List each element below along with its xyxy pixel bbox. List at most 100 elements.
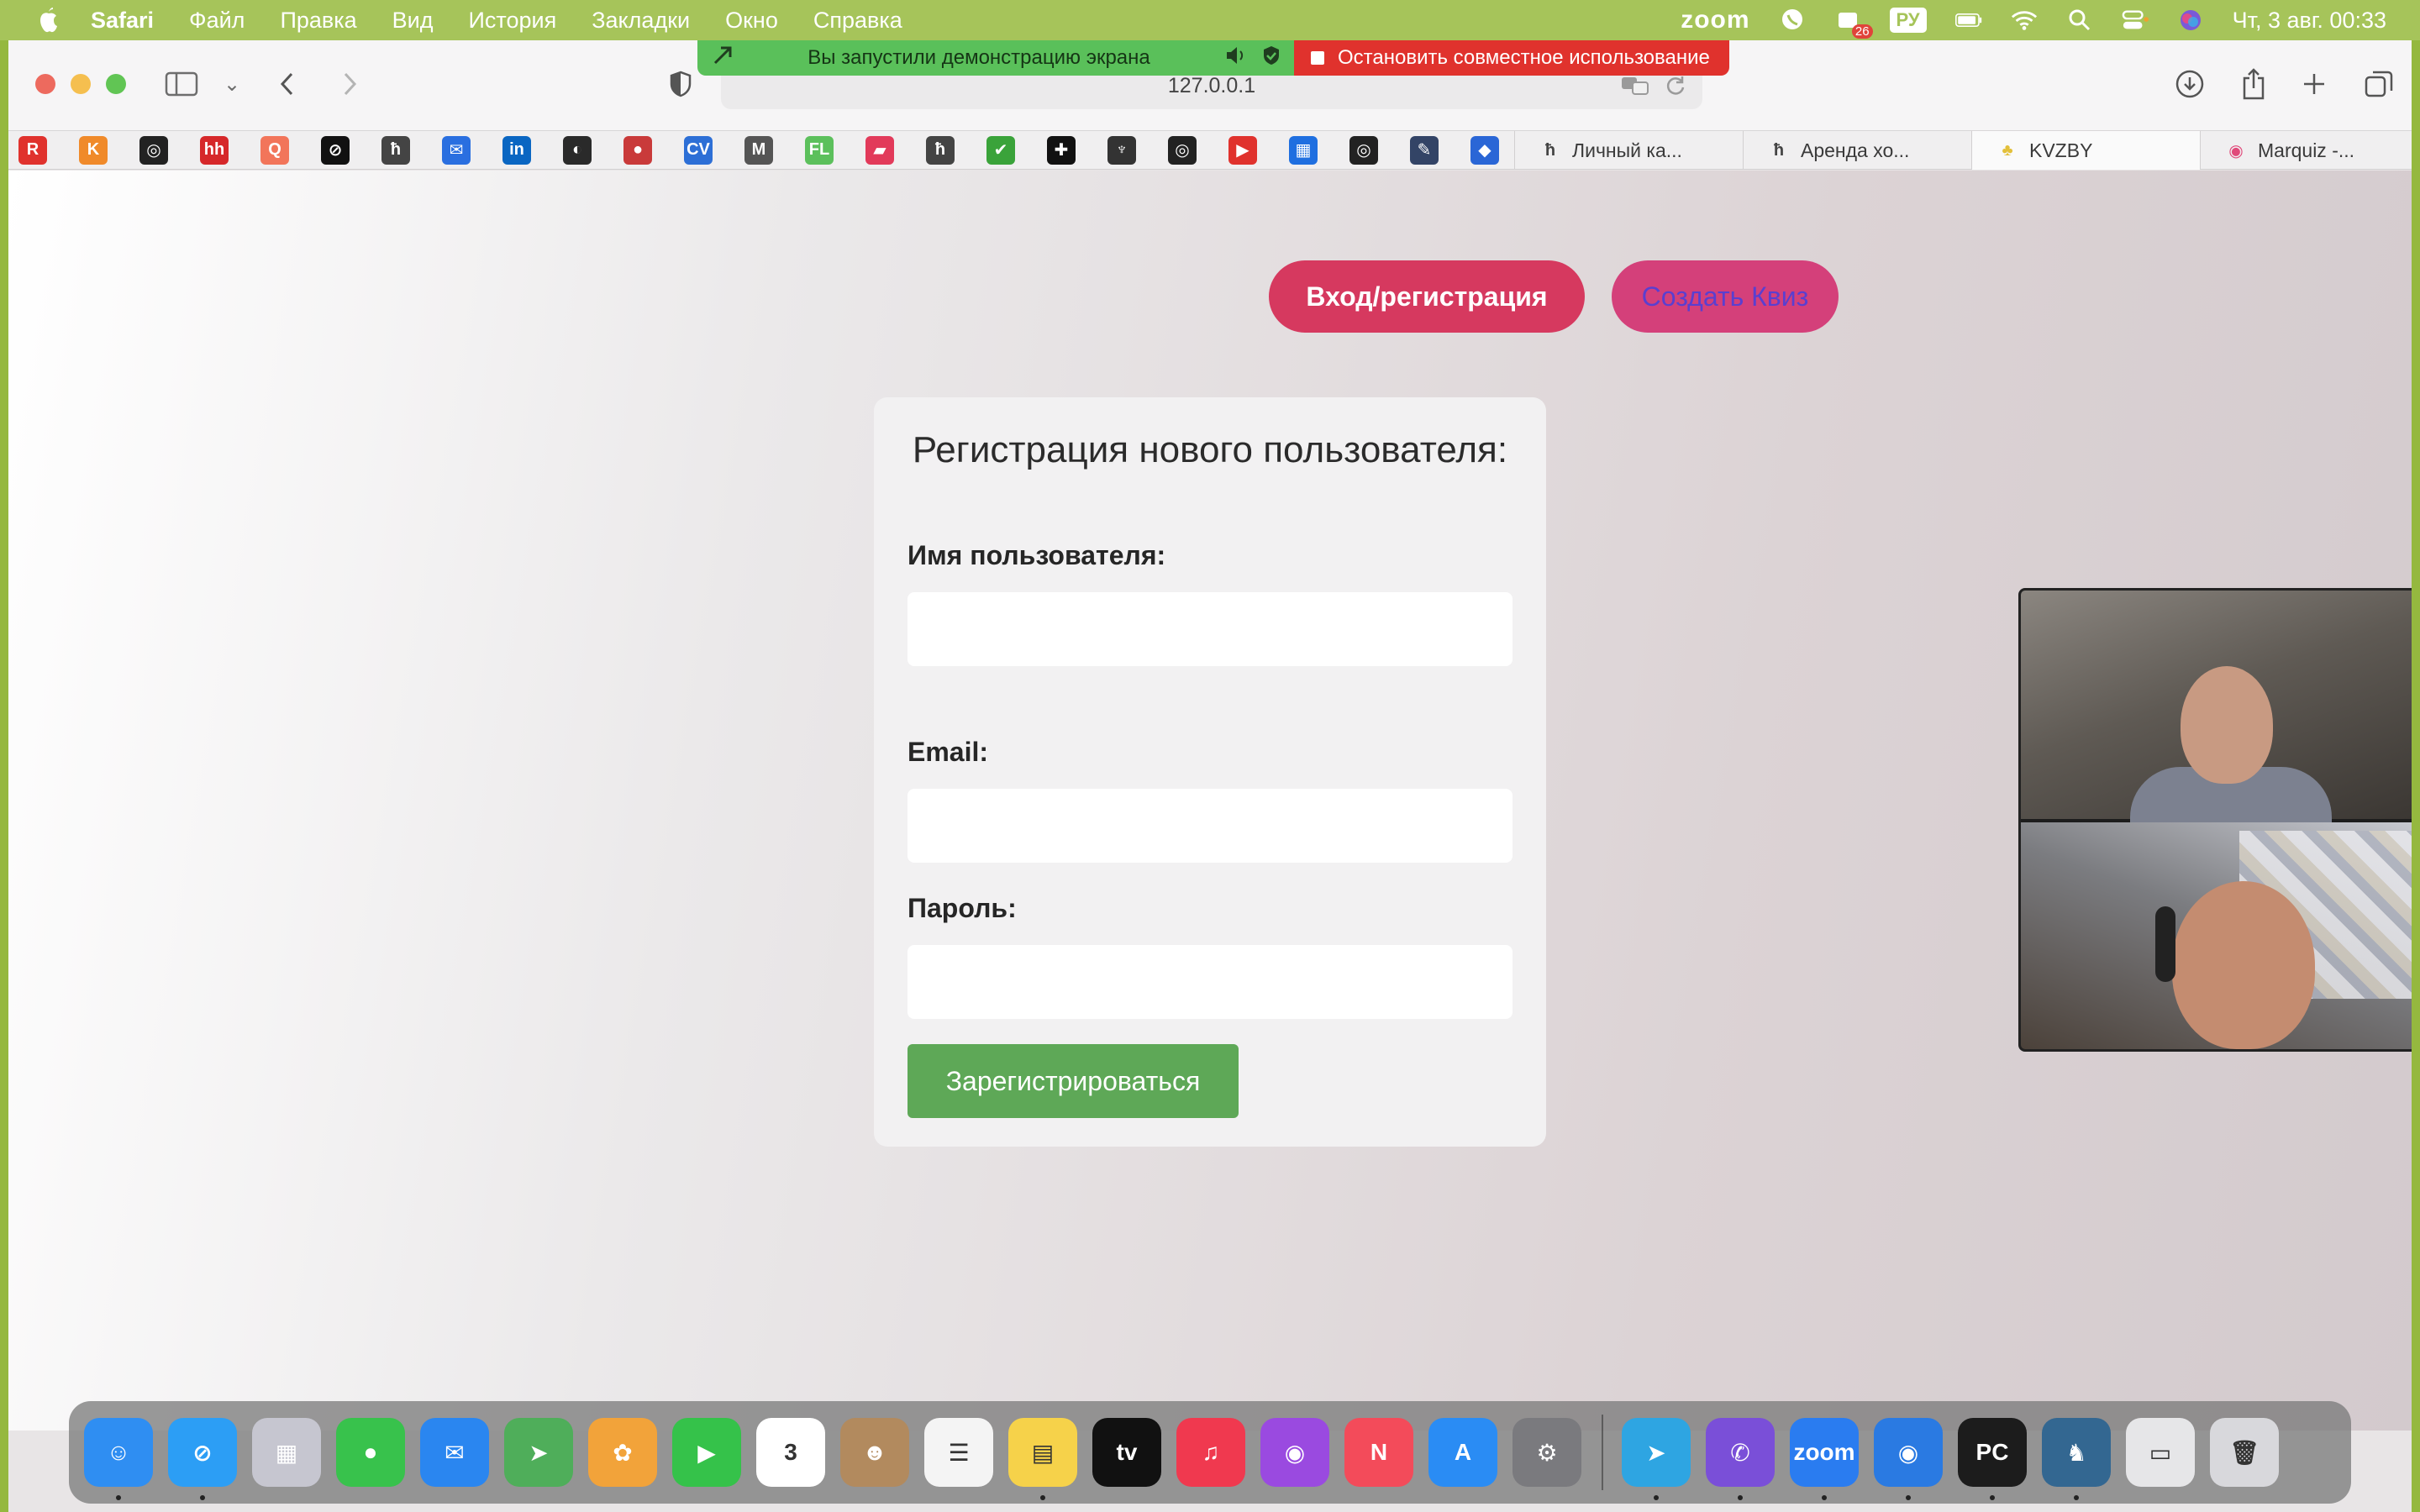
menu-bookmarks[interactable]: Закладки <box>592 8 690 34</box>
tv-dock-icon[interactable]: tv <box>1092 1418 1161 1487</box>
favorite-bookmark-icon[interactable]: ħ <box>381 135 410 165</box>
favorite-bookmark-icon[interactable]: ▶ <box>1228 135 1257 165</box>
photos-dock-icon[interactable]: ✿ <box>588 1418 657 1487</box>
launchpad-dock-icon[interactable]: ▦ <box>252 1418 321 1487</box>
favorite-bookmark-icon[interactable]: ◎ <box>1168 135 1197 165</box>
minimize-window-button[interactable] <box>71 74 91 94</box>
favorite-bookmark-icon[interactable]: ✚ <box>1047 135 1076 165</box>
favorite-bookmark-icon[interactable]: R <box>18 135 47 165</box>
zoom-status-item[interactable]: zoom <box>1681 6 1749 34</box>
favorite-bookmark-icon[interactable]: FL <box>805 135 834 165</box>
favorite-bookmark-icon[interactable]: ✔ <box>986 135 1015 165</box>
favorite-bookmark-icon[interactable]: ▰ <box>865 135 894 165</box>
favorite-bookmark-icon[interactable]: K <box>79 135 108 165</box>
viber-dock-icon[interactable]: ✆ <box>1706 1418 1775 1500</box>
finder-dock-icon[interactable]: ☺ <box>84 1418 153 1500</box>
username-input[interactable] <box>908 592 1512 666</box>
favorite-bookmark-icon[interactable]: CV <box>684 135 713 165</box>
menu-file[interactable]: Файл <box>189 8 245 34</box>
trash-dock-icon[interactable]: 🗑 <box>2210 1418 2279 1487</box>
menu-help[interactable]: Справка <box>813 8 902 34</box>
spotlight-search-icon[interactable] <box>2066 7 2093 34</box>
pycharm-dock-icon[interactable]: PC <box>1958 1418 2027 1500</box>
favorite-bookmark-icon[interactable]: ħ <box>926 135 955 165</box>
sidebar-toggle-icon[interactable] <box>163 66 200 102</box>
chevron-down-icon[interactable]: ⌄ <box>213 66 250 102</box>
maps-dock-icon[interactable]: ➤ <box>504 1418 573 1487</box>
tab-rental[interactable]: ħ Аренда хо... <box>1743 131 1971 170</box>
dock: ☺ ⊘ ▦ ● ✉ ➤ ✿ ▶ 3 ☻ ☰ ▤ tv ♫ ◉ N A ⚙ ➤ ✆ zoom ◉ PC ♞ ▭ 🗑 <box>69 1401 2351 1504</box>
app-store-dock-icon[interactable]: A <box>1428 1418 1497 1487</box>
privacy-shield-icon[interactable] <box>662 66 699 102</box>
new-tab-plus-icon[interactable] <box>2296 66 2333 102</box>
forward-arrow-icon[interactable] <box>331 66 368 102</box>
participant-video-2[interactable] <box>2021 822 2412 1049</box>
system-settings-dock-icon[interactable]: ⚙ <box>1512 1418 1581 1487</box>
facetime-dock-icon[interactable]: ▶ <box>672 1418 741 1487</box>
login-register-button[interactable]: Вход/регистрация <box>1269 260 1585 333</box>
news-dock-icon[interactable]: N <box>1344 1418 1413 1487</box>
favorite-bookmark-icon[interactable]: hh <box>200 135 229 165</box>
favorite-bookmark-icon[interactable]: ◎ <box>139 135 168 165</box>
back-arrow-icon[interactable] <box>269 66 306 102</box>
music-dock-icon[interactable]: ♫ <box>1176 1418 1245 1487</box>
favorite-bookmark-icon[interactable]: Q <box>260 135 289 165</box>
anydesk-dock-icon[interactable]: ◉ <box>1874 1418 1943 1500</box>
menu-window[interactable]: Окно <box>725 8 778 34</box>
podcasts-dock-icon[interactable]: ◉ <box>1260 1418 1329 1487</box>
share-icon[interactable] <box>2235 66 2272 102</box>
zoom-video-panel[interactable] <box>2018 588 2412 1052</box>
battery-icon[interactable] <box>1954 7 1982 34</box>
viber-status-icon[interactable] <box>1779 7 1806 34</box>
favorite-bookmark-icon[interactable]: ♆ <box>1107 135 1136 165</box>
messages-dock-icon[interactable]: ● <box>336 1418 405 1487</box>
menu-view[interactable]: Вид <box>392 8 434 34</box>
contacts-dock-icon[interactable]: ☻ <box>840 1418 909 1487</box>
downloads-icon[interactable] <box>2171 66 2208 102</box>
telegram-dock-icon[interactable]: ➤ <box>1622 1418 1691 1500</box>
mail-dock-icon[interactable]: ✉ <box>420 1418 489 1487</box>
favorite-bookmark-icon[interactable]: ● <box>623 135 652 165</box>
favorite-bookmark-icon[interactable]: ◆ <box>1470 135 1499 165</box>
postgresql-dock-icon[interactable]: ♞ <box>2042 1418 2111 1500</box>
siri-icon[interactable] <box>2177 7 2204 34</box>
register-submit-button[interactable]: Зарегистрироваться <box>908 1044 1239 1118</box>
tab-marquiz[interactable]: ◉ Marquiz -... <box>2200 131 2412 170</box>
email-input[interactable] <box>908 789 1512 863</box>
stop-share-button[interactable]: Остановить совместное использование <box>1294 40 1729 76</box>
screenshot-preview-dock-icon[interactable]: ▭ <box>2126 1418 2195 1487</box>
create-quiz-button[interactable]: Создать Квиз <box>1612 260 1839 333</box>
participant-video-1[interactable] <box>2021 591 2412 834</box>
menu-history[interactable]: История <box>469 8 557 34</box>
notes-dock-icon[interactable]: ▤ <box>1008 1418 1077 1500</box>
favorite-bookmark-icon[interactable]: ⊘ <box>321 135 350 165</box>
speaker-icon[interactable] <box>1225 45 1247 71</box>
apple-menu-icon[interactable] <box>32 3 66 37</box>
wifi-icon[interactable] <box>2011 7 2038 34</box>
security-shield-icon[interactable] <box>1262 45 1281 71</box>
zoom-window-button[interactable] <box>106 74 126 94</box>
favorite-bookmark-icon[interactable]: in <box>502 135 531 165</box>
menu-edit[interactable]: Правка <box>280 8 356 34</box>
menu-clock[interactable]: Чт, 3 авг. 00:33 <box>2233 8 2386 34</box>
notification-status-icon[interactable]: 26 <box>1834 7 1873 39</box>
safari-dock-icon[interactable]: ⊘ <box>168 1418 237 1500</box>
favorite-bookmark-icon[interactable]: ◐ <box>563 135 592 165</box>
favorite-bookmark-icon[interactable]: M <box>744 135 773 165</box>
favorite-bookmark-icon[interactable]: ◎ <box>1349 135 1378 165</box>
password-input[interactable] <box>908 945 1512 1019</box>
tab-kvzby[interactable]: ♣ KVZBY <box>1971 131 2200 170</box>
menu-app-name[interactable]: Safari <box>91 8 154 34</box>
tab-overview-icon[interactable] <box>2361 66 2398 102</box>
site-favicon-icon: ħ <box>1773 140 1785 160</box>
favorite-bookmark-icon[interactable]: ✎ <box>1410 135 1439 165</box>
close-window-button[interactable] <box>35 74 55 94</box>
calendar-dock-icon[interactable]: 3 <box>756 1418 825 1487</box>
favorite-bookmark-icon[interactable]: ▦ <box>1289 135 1318 165</box>
tab-personal-cabinet[interactable]: ħ Личный ка... <box>1514 131 1743 170</box>
control-center-icon[interactable] <box>2122 7 2149 34</box>
favorite-bookmark-icon[interactable]: ✉ <box>442 135 471 165</box>
input-source-indicator[interactable]: РУ <box>1889 8 1927 33</box>
reminders-dock-icon[interactable]: ☰ <box>924 1418 993 1487</box>
zoom-dock-icon[interactable]: zoom <box>1790 1418 1859 1500</box>
